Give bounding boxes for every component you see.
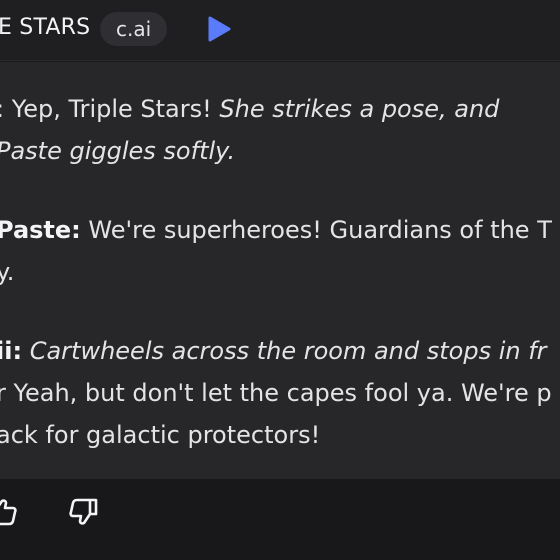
dialogue-text: r Yeah, but don't let the capes fool ya.… — [0, 379, 552, 407]
message-line: Paste giggles softly. — [0, 130, 560, 172]
chat-screen: E STARS c.ai : Yep, Triple Stars! She st… — [0, 0, 560, 560]
play-icon[interactable] — [206, 15, 232, 43]
message-line: ii: Cartwheels across the room and stops… — [0, 330, 560, 372]
action-text: Paste giggles softly. — [0, 137, 236, 165]
action-text: She strikes a pose, and — [219, 95, 500, 123]
character-name: E STARS — [0, 15, 91, 40]
speaker-name: ii: — [0, 337, 23, 365]
thumbs-up-icon[interactable] — [0, 495, 20, 529]
message-line: ack for galactic protectors! — [0, 414, 560, 456]
dialogue-text: We're superheroes! Guardians of the T — [80, 216, 552, 244]
thumbs-down-icon[interactable] — [66, 495, 100, 529]
message-line: : Yep, Triple Stars! She strikes a pose,… — [0, 88, 560, 130]
dialogue-text: : Yep, Triple Stars! — [0, 95, 220, 123]
message-paragraph: ii: Cartwheels across the room and stops… — [0, 330, 560, 456]
message-bubble: : Yep, Triple Stars! She strikes a pose,… — [0, 62, 560, 479]
dialogue-text: y. — [0, 258, 15, 286]
message-paragraph: Paste: We're superheroes! Guardians of t… — [0, 209, 560, 293]
action-text: Cartwheels across the room and stops in … — [29, 337, 547, 365]
speaker-name: Paste: — [0, 216, 81, 244]
cai-badge: c.ai — [100, 12, 168, 46]
dialogue-text: ack for galactic protectors! — [0, 421, 321, 449]
dialogue-text — [22, 337, 30, 365]
chat-header: E STARS c.ai — [0, 0, 560, 61]
message-line: r Yeah, but don't let the capes fool ya.… — [0, 372, 560, 414]
message-line: y. — [0, 251, 560, 293]
message-paragraph: : Yep, Triple Stars! She strikes a pose,… — [0, 88, 560, 172]
message-line: Paste: We're superheroes! Guardians of t… — [0, 209, 560, 251]
